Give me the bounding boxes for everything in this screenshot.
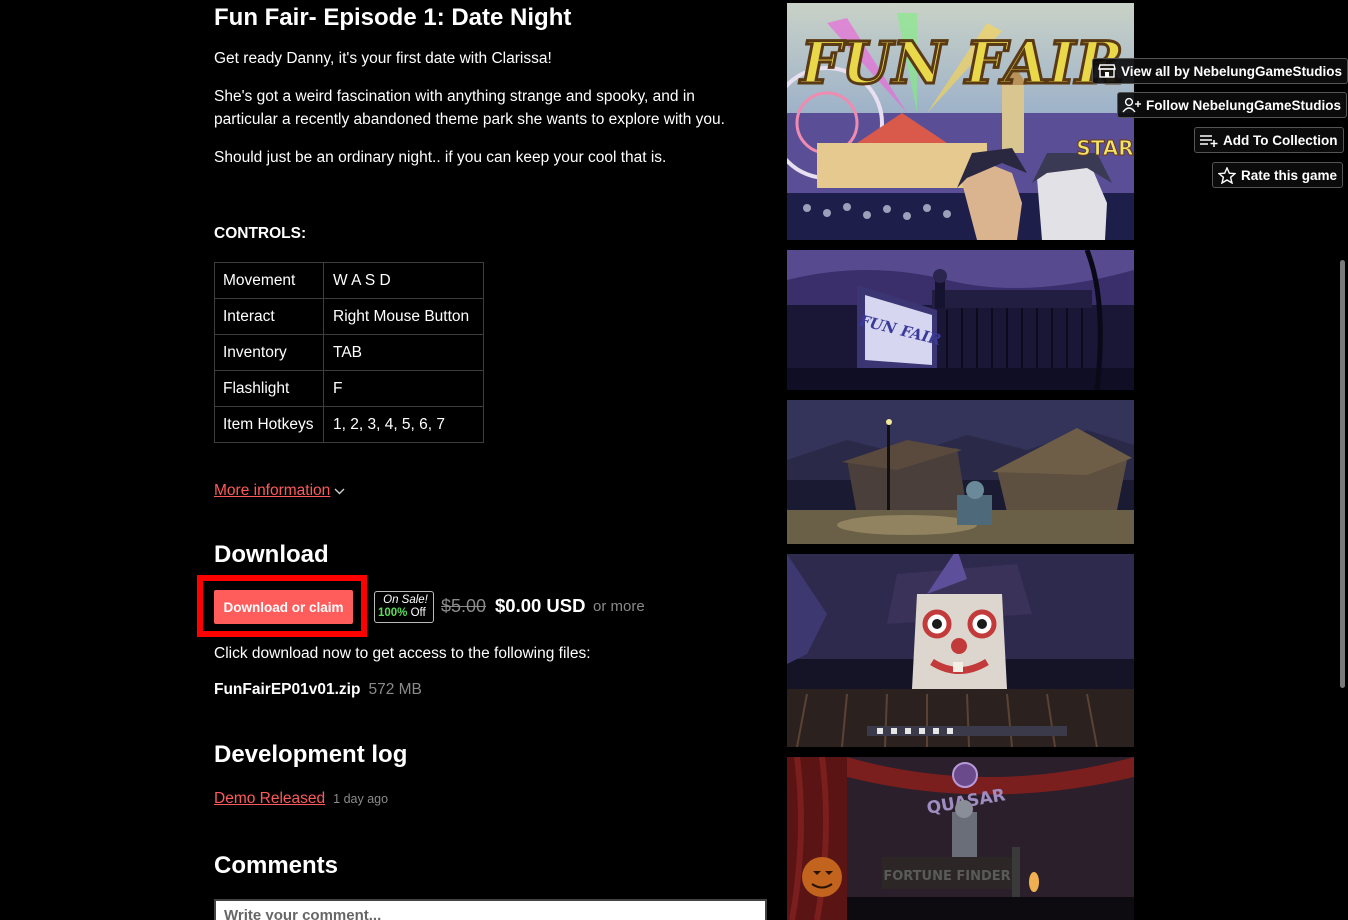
comments-heading: Comments [214, 852, 339, 879]
description-paragraph: Get ready Danny, it's your first date wi… [214, 50, 552, 67]
sale-badge: On Sale! 100% Off [374, 591, 434, 623]
view-all-games-button[interactable]: View all by NebelungGameStudios [1092, 58, 1348, 84]
sale-price: $0.00 USD [495, 595, 586, 616]
add-collection-label: Add To Collection [1223, 132, 1338, 148]
or-more-label: or more [593, 598, 645, 615]
control-action: Interact [214, 298, 324, 335]
control-action: Flashlight [214, 370, 324, 407]
screenshot-stage[interactable]: QUASAR FORTUNE FINDER [787, 757, 1134, 920]
table-row: Item Hotkeys 1, 2, 3, 4, 5, 6, 7 [214, 406, 484, 443]
control-key: W A S D [323, 262, 484, 299]
sale-off-label: Off [407, 607, 426, 619]
follow-button[interactable]: Follow NebelungGameStudios [1117, 92, 1348, 118]
table-row: Flashlight F [214, 370, 484, 407]
screenshot-clown[interactable] [787, 554, 1134, 747]
control-key: Right Mouse Button [323, 298, 484, 335]
rate-game-button[interactable]: Rate this game [1212, 162, 1344, 188]
devlog-heading: Development log [214, 741, 408, 768]
view-all-label: View all by NebelungGameStudios [1121, 63, 1343, 79]
buy-row: Download or claim On Sale! 100% Off $5.0… [197, 575, 774, 637]
table-row: Interact Right Mouse Button [214, 298, 484, 335]
screenshot-shack[interactable] [787, 400, 1134, 544]
scrollbar[interactable] [1338, 0, 1348, 920]
comment-input[interactable] [214, 899, 767, 920]
scrollbar-thumb[interactable] [1340, 260, 1345, 688]
controls-table: Movement W A S D Interact Right Mouse Bu… [214, 262, 484, 443]
itchio-icon [1097, 62, 1117, 80]
devlog-item: Demo Released 1 day ago [214, 790, 388, 808]
cover-sign-text: STAR [1076, 136, 1133, 160]
controls-heading: CONTROLS: [214, 225, 307, 242]
control-action: Movement [214, 262, 324, 299]
sale-percent: 100% [378, 607, 408, 619]
add-collection-icon [1199, 131, 1219, 149]
game-title: Fun Fair- Episode 1: Date Night [214, 4, 572, 31]
control-action: Item Hotkeys [214, 406, 324, 443]
rate-label: Rate this game [1241, 167, 1338, 183]
file-name: FunFairEP01v01.zip [214, 681, 361, 698]
control-key: TAB [323, 334, 484, 371]
original-price: $5.00 [441, 596, 487, 616]
stage-sign-text: FORTUNE FINDER [883, 869, 1010, 884]
table-row: Inventory TAB [214, 334, 484, 371]
files-intro: Click download now to get access to the … [214, 645, 591, 662]
devlog-post-date: 1 day ago [333, 792, 389, 806]
download-heading: Download [214, 541, 329, 568]
control-key: F [323, 370, 484, 407]
description-paragraph: She's got a weird fascination with anyth… [214, 88, 725, 128]
follow-user-icon [1122, 96, 1142, 114]
devlog-post-link[interactable]: Demo Released [214, 790, 325, 807]
description-paragraph: Should just be an ordinary night.. if yo… [214, 149, 667, 166]
chevron-down-icon [334, 484, 345, 498]
game-page: Fun Fair- Episode 1: Date Night Get read… [0, 0, 1348, 920]
more-information-label: More information [214, 482, 331, 499]
cover-logo-text: FUN FAIR [798, 29, 1123, 97]
screenshot-gate[interactable]: FUN FAIR [787, 250, 1134, 390]
more-information-link[interactable]: More information [214, 482, 345, 500]
table-row: Movement W A S D [214, 262, 484, 299]
control-key: 1, 2, 3, 4, 5, 6, 7 [323, 406, 484, 443]
file-size: 572 MB [368, 681, 422, 698]
highlight-annotation-box [197, 575, 367, 637]
control-action: Inventory [214, 334, 324, 371]
file-item: FunFairEP01v01.zip 572 MB [214, 681, 422, 699]
follow-label: Follow NebelungGameStudios [1146, 97, 1342, 113]
sale-badge-label: On Sale! [383, 594, 428, 606]
star-icon [1217, 166, 1237, 184]
add-to-collection-button[interactable]: Add To Collection [1194, 127, 1344, 153]
screenshot-cover[interactable]: FUN FAIR STAR [787, 3, 1134, 240]
